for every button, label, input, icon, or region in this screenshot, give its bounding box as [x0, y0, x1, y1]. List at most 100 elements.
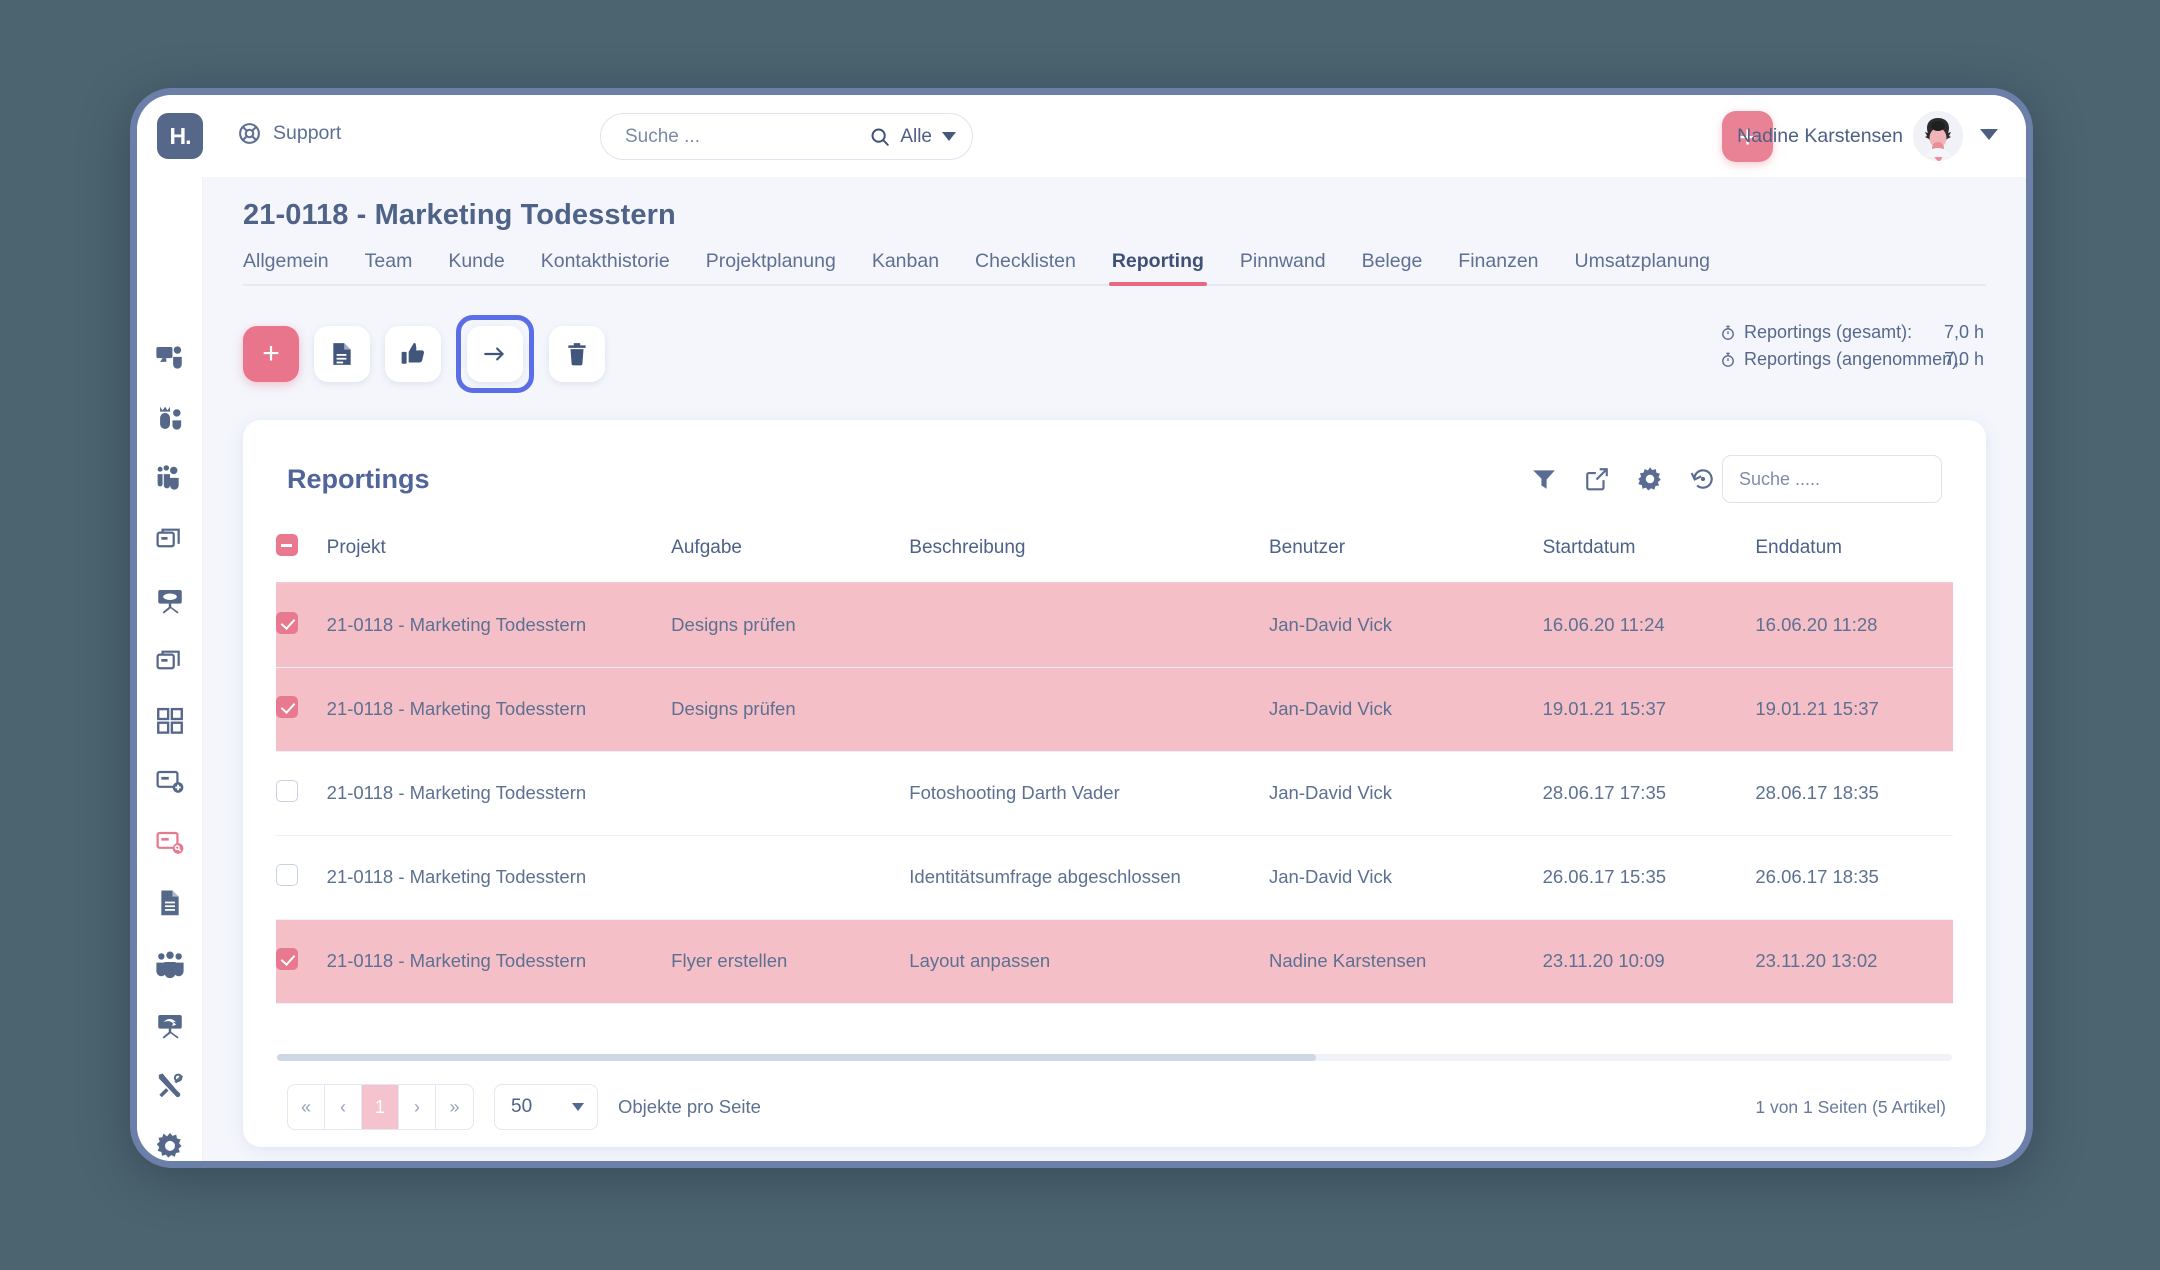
- add-reporting-button[interactable]: +: [243, 326, 299, 382]
- filter-icon[interactable]: [1531, 466, 1557, 492]
- reportings-table-wrapper: Projekt Aufgabe Beschreibung Benutzer St…: [243, 534, 1986, 1004]
- cell-enddatum: 26.06.17 18:35: [1755, 866, 1879, 887]
- card-search-input[interactable]: Suche .....: [1722, 455, 1942, 503]
- scrollbar-thumb[interactable]: [277, 1054, 1316, 1061]
- cell-startdatum: 26.06.17 15:35: [1542, 866, 1667, 887]
- column-header-startdatum[interactable]: Startdatum: [1543, 534, 1756, 583]
- search-scope-label[interactable]: Alle: [900, 126, 932, 148]
- content-area: 21-0118 - Marketing Todesstern Allgemein…: [203, 177, 2026, 1161]
- sidebar-item-user-crown[interactable]: [155, 403, 185, 433]
- cell-projekt: 21-0118 - Marketing Todesstern: [326, 866, 587, 887]
- cell-benutzer: Jan-David Vick: [1269, 698, 1393, 719]
- sidebar-item-settings-gear[interactable]: [155, 1131, 185, 1161]
- table-head: Projekt Aufgabe Beschreibung Benutzer St…: [276, 534, 1953, 583]
- column-header-beschreibung[interactable]: Beschreibung: [909, 534, 1269, 583]
- cell-benutzer: Nadine Karstensen: [1269, 950, 1427, 971]
- sidebar-item-whiteboard[interactable]: [155, 585, 185, 615]
- tab-finanzen[interactable]: Finanzen: [1458, 250, 1538, 284]
- left-sidebar: [137, 177, 203, 1161]
- row-checkbox[interactable]: [276, 611, 298, 634]
- tab-umsatzplanung[interactable]: Umsatzplanung: [1575, 250, 1711, 284]
- stat-label-gesamt: Reportings (gesamt):: [1744, 322, 1913, 342]
- last-page-button[interactable]: »: [436, 1085, 473, 1129]
- cell-aufgabe: Flyer erstellen: [671, 950, 788, 971]
- chevron-down-icon[interactable]: [942, 132, 956, 141]
- tab-team[interactable]: Team: [365, 250, 413, 284]
- tab-kunde[interactable]: Kunde: [448, 250, 504, 284]
- user-menu-chevron-icon[interactable]: [1980, 129, 1998, 140]
- transfer-button[interactable]: [467, 326, 523, 382]
- sidebar-item-cards-stack-alt[interactable]: [155, 646, 185, 676]
- first-page-button[interactable]: «: [288, 1085, 325, 1129]
- table-row[interactable]: 21-0118 - Marketing Todesstern Designs p…: [276, 667, 1953, 751]
- gear-icon[interactable]: [1637, 466, 1663, 492]
- cell-aufgabe: Designs prüfen: [671, 698, 796, 719]
- tab-checklisten[interactable]: Checklisten: [975, 250, 1076, 284]
- cell-beschreibung: Identitätsumfrage abgeschlossen: [909, 866, 1181, 887]
- column-header-benutzer[interactable]: Benutzer: [1269, 534, 1543, 583]
- per-page-select[interactable]: 50: [494, 1084, 598, 1130]
- sidebar-item-users-group[interactable]: [155, 463, 185, 493]
- column-header-aufgabe[interactable]: Aufgabe: [671, 534, 909, 583]
- card-header: Reportings Suche .....: [243, 450, 1986, 508]
- tab-belege[interactable]: Belege: [1362, 250, 1423, 284]
- horizontal-scrollbar[interactable]: [277, 1054, 1952, 1061]
- history-revert-icon[interactable]: [1690, 466, 1716, 492]
- desktop-background: H. Support Suche ... Alle + Nadine Karst…: [0, 0, 2160, 1270]
- tab-kanban[interactable]: Kanban: [872, 250, 939, 284]
- delete-button[interactable]: [549, 326, 605, 382]
- tab-kontakthistorie[interactable]: Kontakthistorie: [541, 250, 670, 284]
- per-page-label: Objekte pro Seite: [618, 1096, 761, 1117]
- global-search-input[interactable]: Suche ...: [625, 126, 869, 148]
- column-header-projekt[interactable]: Projekt: [327, 534, 672, 583]
- support-link[interactable]: Support: [237, 121, 341, 146]
- row-checkbox[interactable]: [276, 863, 298, 886]
- tab-projektplanung[interactable]: Projektplanung: [706, 250, 836, 284]
- cell-beschreibung: [909, 667, 1269, 751]
- sidebar-item-whiteboard-arrow[interactable]: [155, 1010, 185, 1040]
- row-checkbox-cell: [276, 751, 327, 835]
- tab-pinnwand[interactable]: Pinnwand: [1240, 250, 1326, 284]
- sidebar-item-presentation-user[interactable]: [155, 342, 185, 372]
- select-all-checkbox[interactable]: [276, 534, 298, 556]
- table-row[interactable]: 21-0118 - Marketing Todesstern Designs p…: [276, 583, 1953, 667]
- action-toolbar: + Reportings (gesamt): 7,0 h Reportings …: [203, 286, 2026, 393]
- row-checkbox-cell: [276, 583, 327, 667]
- sidebar-item-team[interactable]: [155, 949, 185, 979]
- row-checkbox[interactable]: [276, 779, 298, 802]
- row-checkbox[interactable]: [276, 695, 298, 718]
- tab-reporting[interactable]: Reporting: [1108, 250, 1208, 286]
- page-1-button[interactable]: 1: [362, 1085, 399, 1129]
- sidebar-item-document[interactable]: [155, 888, 185, 918]
- row-checkbox[interactable]: [276, 947, 298, 970]
- stat-value-angenommen: 7,0 h: [1943, 349, 1984, 369]
- arrow-right-icon: [484, 347, 504, 361]
- avatar[interactable]: [1913, 111, 1963, 161]
- stat-value-gesamt: 7,0 h: [1943, 322, 1984, 342]
- sidebar-item-card-add[interactable]: [155, 767, 185, 797]
- support-label: Support: [273, 122, 342, 144]
- external-link-icon[interactable]: [1584, 466, 1610, 492]
- card-title: Reportings: [287, 463, 430, 494]
- sidebar-item-card-search[interactable]: [155, 828, 185, 858]
- next-page-button[interactable]: ›: [399, 1085, 436, 1129]
- cell-aufgabe: Designs prüfen: [671, 614, 796, 636]
- select-all-cell: [276, 534, 327, 583]
- search-icon: [871, 128, 890, 146]
- prev-page-button[interactable]: ‹: [325, 1085, 362, 1129]
- stat-row-angenommen: Reportings (angenommen): 7,0 h: [1720, 346, 1984, 373]
- cell-enddatum: 28.06.17 18:35: [1755, 782, 1879, 803]
- table-row[interactable]: 21-0118 - Marketing Todesstern Fotoshoot…: [276, 751, 1953, 835]
- global-search[interactable]: Suche ... Alle: [600, 113, 973, 160]
- table-row[interactable]: 21-0118 - Marketing Todesstern Identität…: [276, 835, 1953, 919]
- table-row[interactable]: 21-0118 - Marketing Todesstern Flyer ers…: [276, 919, 1953, 1003]
- tab-allgemein[interactable]: Allgemein: [243, 250, 329, 284]
- document-button[interactable]: [314, 326, 370, 382]
- cell-projekt: 21-0118 - Marketing Todesstern: [326, 950, 587, 971]
- sidebar-item-dashboard-grid[interactable]: [155, 706, 185, 736]
- column-header-enddatum[interactable]: Enddatum: [1755, 534, 1953, 583]
- app-logo[interactable]: H.: [157, 113, 203, 159]
- approve-button[interactable]: [385, 326, 441, 382]
- sidebar-item-tools[interactable]: [155, 1071, 185, 1101]
- sidebar-item-cards-stack[interactable]: [155, 524, 185, 554]
